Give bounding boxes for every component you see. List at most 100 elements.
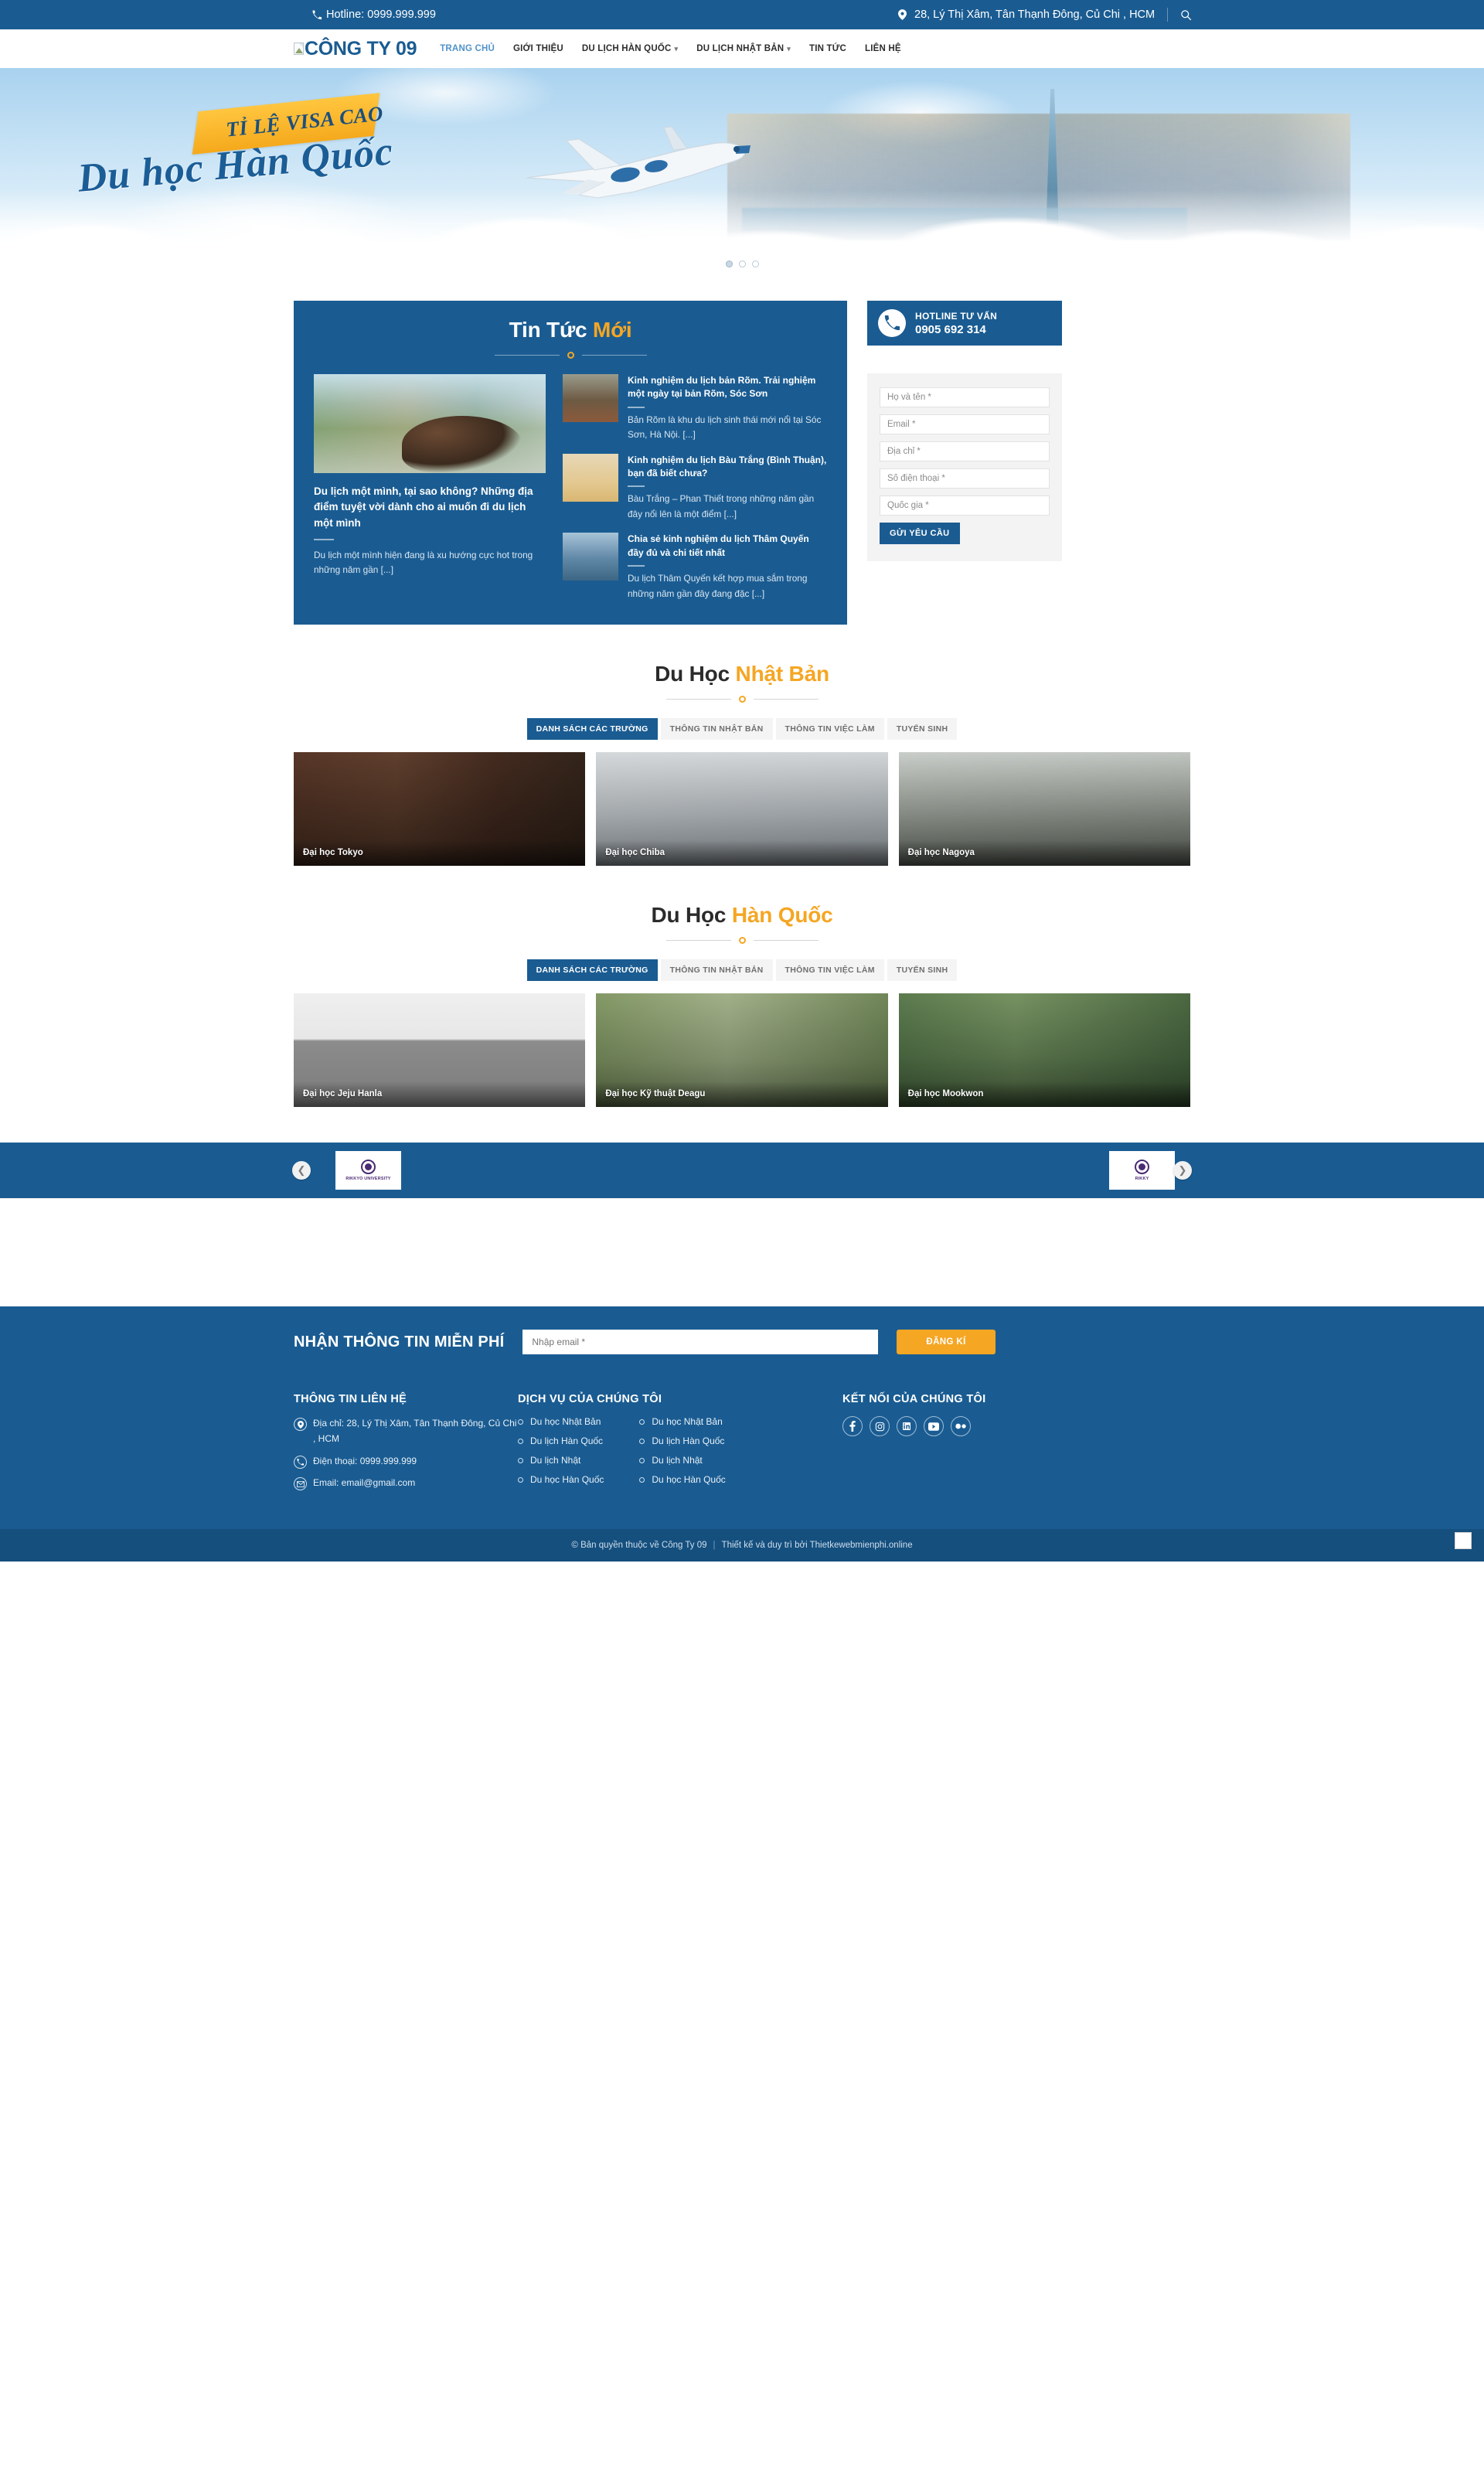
school-card-tokyo[interactable]: Đại học Tokyo: [294, 752, 586, 867]
topbar-address-group: 28, Lý Thị Xâm, Tân Thạnh Đông, Củ Chi ,…: [898, 8, 1192, 22]
footer-address: Địa chỉ: 28, Lý Thị Xâm, Tân Thạnh Đông,…: [294, 1416, 518, 1447]
hero-dot-2[interactable]: [738, 261, 746, 267]
list-item[interactable]: Du học Hàn Quốc: [518, 1474, 604, 1485]
nav-label: DU LỊCH NHẬT BẢN: [696, 44, 785, 53]
tab-danh-sach-cac-truong[interactable]: DANH SÁCH CÁC TRƯỜNG: [526, 718, 658, 741]
news-featured-excerpt: Du lịch một mình hiện đang là xu hướng c…: [314, 549, 533, 576]
tab-thong-tin-nhat-ban[interactable]: THÔNG TIN NHẬT BẢN: [660, 718, 773, 741]
list-item[interactable]: Kinh nghiệm du lịch bản Rõm. Trải nghiệm…: [563, 374, 827, 443]
nav-item-trang-chu[interactable]: TRANG CHỦ: [440, 44, 495, 53]
list-item[interactable]: Du lịch Hàn Quốc: [518, 1436, 604, 1446]
news-list: Kinh nghiệm du lịch bản Rõm. Trải nghiệm…: [563, 374, 827, 601]
school-card-chiba[interactable]: Đại học Chiba: [596, 752, 888, 867]
service-label: Du học Hàn Quốc: [530, 1474, 604, 1486]
brand-text: CÔNG TY 09: [305, 37, 417, 60]
footer-phone: Điện thoại: 0999.999.999: [294, 1454, 518, 1470]
news-thumbnail: [563, 533, 618, 581]
partner-logo[interactable]: RIKKYO UNIVERSITY: [335, 1151, 401, 1190]
school-card-nagoya[interactable]: Đại học Nagoya: [898, 752, 1190, 867]
nav-item-du-lich-nhat-ban[interactable]: DU LỊCH NHẬT BẢN ▾: [696, 44, 791, 53]
hero-dot-1[interactable]: [725, 261, 733, 267]
youtube-icon[interactable]: [924, 1416, 944, 1437]
list-item[interactable]: Chia sẻ kinh nghiệm du lịch Thâm Quyến đ…: [563, 533, 827, 601]
hero-banner[interactable]: TỈ LỆ VISA CAO Du học Hàn Quốc: [0, 68, 1484, 274]
school-card-deagu[interactable]: Đại học Kỹ thuật Deagu: [596, 993, 888, 1108]
contact-form: GỬI YÊU CẦU: [867, 373, 1062, 561]
submit-request-button[interactable]: GỬI YÊU CẦU: [880, 523, 960, 544]
linkedin-icon[interactable]: [897, 1416, 917, 1437]
hero-slider-dots[interactable]: [0, 261, 1484, 267]
chevron-left-icon[interactable]: ❮: [292, 1161, 311, 1180]
fullname-input[interactable]: [880, 387, 1050, 407]
nav-item-tin-tuc[interactable]: TIN TỨC: [809, 44, 846, 53]
envelope-icon: [294, 1477, 307, 1491]
title-divider: [314, 352, 827, 359]
divider: [628, 485, 645, 488]
nav-item-lien-he[interactable]: LIÊN HỆ: [865, 44, 901, 53]
subscribe-button[interactable]: ĐĂNG KÍ: [897, 1330, 996, 1355]
study-japan-title: Du Học Nhật Bản: [294, 662, 1190, 686]
subscribe-email-input[interactable]: [522, 1330, 879, 1355]
phone-input[interactable]: [880, 468, 1050, 489]
school-card-mookwon[interactable]: Đại học Mookwon: [898, 993, 1190, 1108]
title-divider: [294, 696, 1190, 703]
news-headline[interactable]: Chia sẻ kinh nghiệm du lịch Thâm Quyến đ…: [628, 533, 827, 560]
footer-social-column: KẾT NỐI CỦA CHÚNG TÔI: [842, 1393, 1136, 1498]
map-pin-icon: [294, 1418, 307, 1432]
list-item[interactable]: Du lịch Nhật: [518, 1455, 604, 1466]
copyright-bar: © Bản quyền thuộc về Công Ty 09 | Thiết …: [0, 1529, 1484, 1562]
service-label: Du lịch Nhật: [530, 1455, 581, 1466]
chevron-right-icon[interactable]: ❯: [1173, 1161, 1192, 1180]
phone-ring-icon: [878, 309, 906, 337]
list-item[interactable]: Du lịch Hàn Quốc: [639, 1436, 725, 1446]
news-headline[interactable]: Kinh nghiệm du lịch Bàu Trắng (Bình Thuậ…: [628, 454, 827, 481]
footer-services-column: DỊCH VỤ CỦA CHÚNG TÔI Du học Nhật Bản Du…: [518, 1393, 842, 1498]
tab-thong-tin-viec-lam[interactable]: THÔNG TIN VIỆC LÀM: [775, 959, 884, 982]
flickr-icon[interactable]: [951, 1416, 971, 1437]
nav-item-gioi-thieu[interactable]: GIỚI THIỆU: [513, 44, 563, 53]
divider: [1167, 8, 1169, 22]
tab-thong-tin-viec-lam[interactable]: THÔNG TIN VIỆC LÀM: [775, 718, 884, 741]
news-headline[interactable]: Kinh nghiệm du lịch bản Rõm. Trải nghiệm…: [628, 374, 827, 401]
title-accent: Hàn Quốc: [731, 903, 833, 928]
partners-slider: ❮ RIKKYO UNIVERSITY RIKKY ❯: [0, 1143, 1484, 1199]
list-item[interactable]: Du học Nhật Bản: [518, 1416, 604, 1427]
tab-thong-tin-nhat-ban[interactable]: THÔNG TIN NHẬT BẢN: [660, 959, 773, 982]
facebook-icon[interactable]: [842, 1416, 863, 1437]
news-featured-card[interactable]: Du lịch một mình, tại sao không? Những đ…: [314, 374, 546, 601]
school-card-caption: Đại học Chiba: [596, 840, 888, 867]
instagram-icon[interactable]: [870, 1416, 890, 1437]
news-featured-headline[interactable]: Du lịch một mình, tại sao không? Những đ…: [314, 484, 546, 531]
scroll-to-top-button[interactable]: [1455, 1532, 1472, 1550]
copyright-right: Thiết kế và duy trì bởi Thietkewebmienph…: [722, 1541, 913, 1550]
divider: [628, 406, 645, 408]
list-item[interactable]: Du học Hàn Quốc: [639, 1474, 725, 1485]
site-logo[interactable]: CÔNG TY 09: [294, 38, 417, 60]
copyright-prefix: Thiết kế và duy trì bởi: [721, 1541, 810, 1551]
tab-tuyen-sinh[interactable]: TUYỂN SINH: [887, 718, 958, 741]
news-section: Tin Tức Mới Du lịch một mình, tại sao kh…: [0, 274, 1484, 625]
top-bar: Hotline: 0999.999.999 28, Lý Thị Xâm, Tâ…: [0, 0, 1484, 29]
country-input[interactable]: [880, 496, 1050, 516]
news-excerpt: Du lịch Thâm Quyến kết hợp mua sắm trong…: [628, 573, 808, 599]
topbar-address-text: 28, Lý Thị Xâm, Tân Thạnh Đông, Củ Chi ,…: [914, 9, 1156, 21]
address-input[interactable]: [880, 441, 1050, 461]
email-input[interactable]: [880, 414, 1050, 434]
hotline-number[interactable]: 0905 692 314: [915, 323, 997, 336]
tab-danh-sach-cac-truong[interactable]: DANH SÁCH CÁC TRƯỜNG: [526, 959, 658, 982]
tab-tuyen-sinh[interactable]: TUYỂN SINH: [887, 959, 958, 982]
hotline-box[interactable]: HOTLINE TƯ VẤN 0905 692 314: [867, 301, 1062, 346]
hero-dot-3[interactable]: [751, 261, 759, 267]
partner-logo[interactable]: RIKKY: [1109, 1151, 1175, 1190]
designer-link[interactable]: Thietkewebmienphi.online: [810, 1541, 913, 1550]
service-label: Du học Nhật Bản: [530, 1416, 601, 1428]
phone-icon: [294, 1455, 307, 1469]
news-panel: Tin Tức Mới Du lịch một mình, tại sao kh…: [294, 301, 847, 625]
list-item[interactable]: Du học Nhật Bản: [639, 1416, 725, 1427]
topbar-hotline[interactable]: Hotline: 0999.999.999: [312, 9, 436, 21]
list-item[interactable]: Du lịch Nhật: [639, 1455, 725, 1466]
list-item[interactable]: Kinh nghiệm du lịch Bàu Trắng (Bình Thuậ…: [563, 453, 827, 523]
nav-item-du-lich-han-quoc[interactable]: DU LỊCH HÀN QUỐC ▾: [582, 44, 678, 53]
search-icon[interactable]: [1180, 9, 1192, 21]
school-card-jeju-hanla[interactable]: Đại học Jeju Hanla: [294, 993, 586, 1108]
